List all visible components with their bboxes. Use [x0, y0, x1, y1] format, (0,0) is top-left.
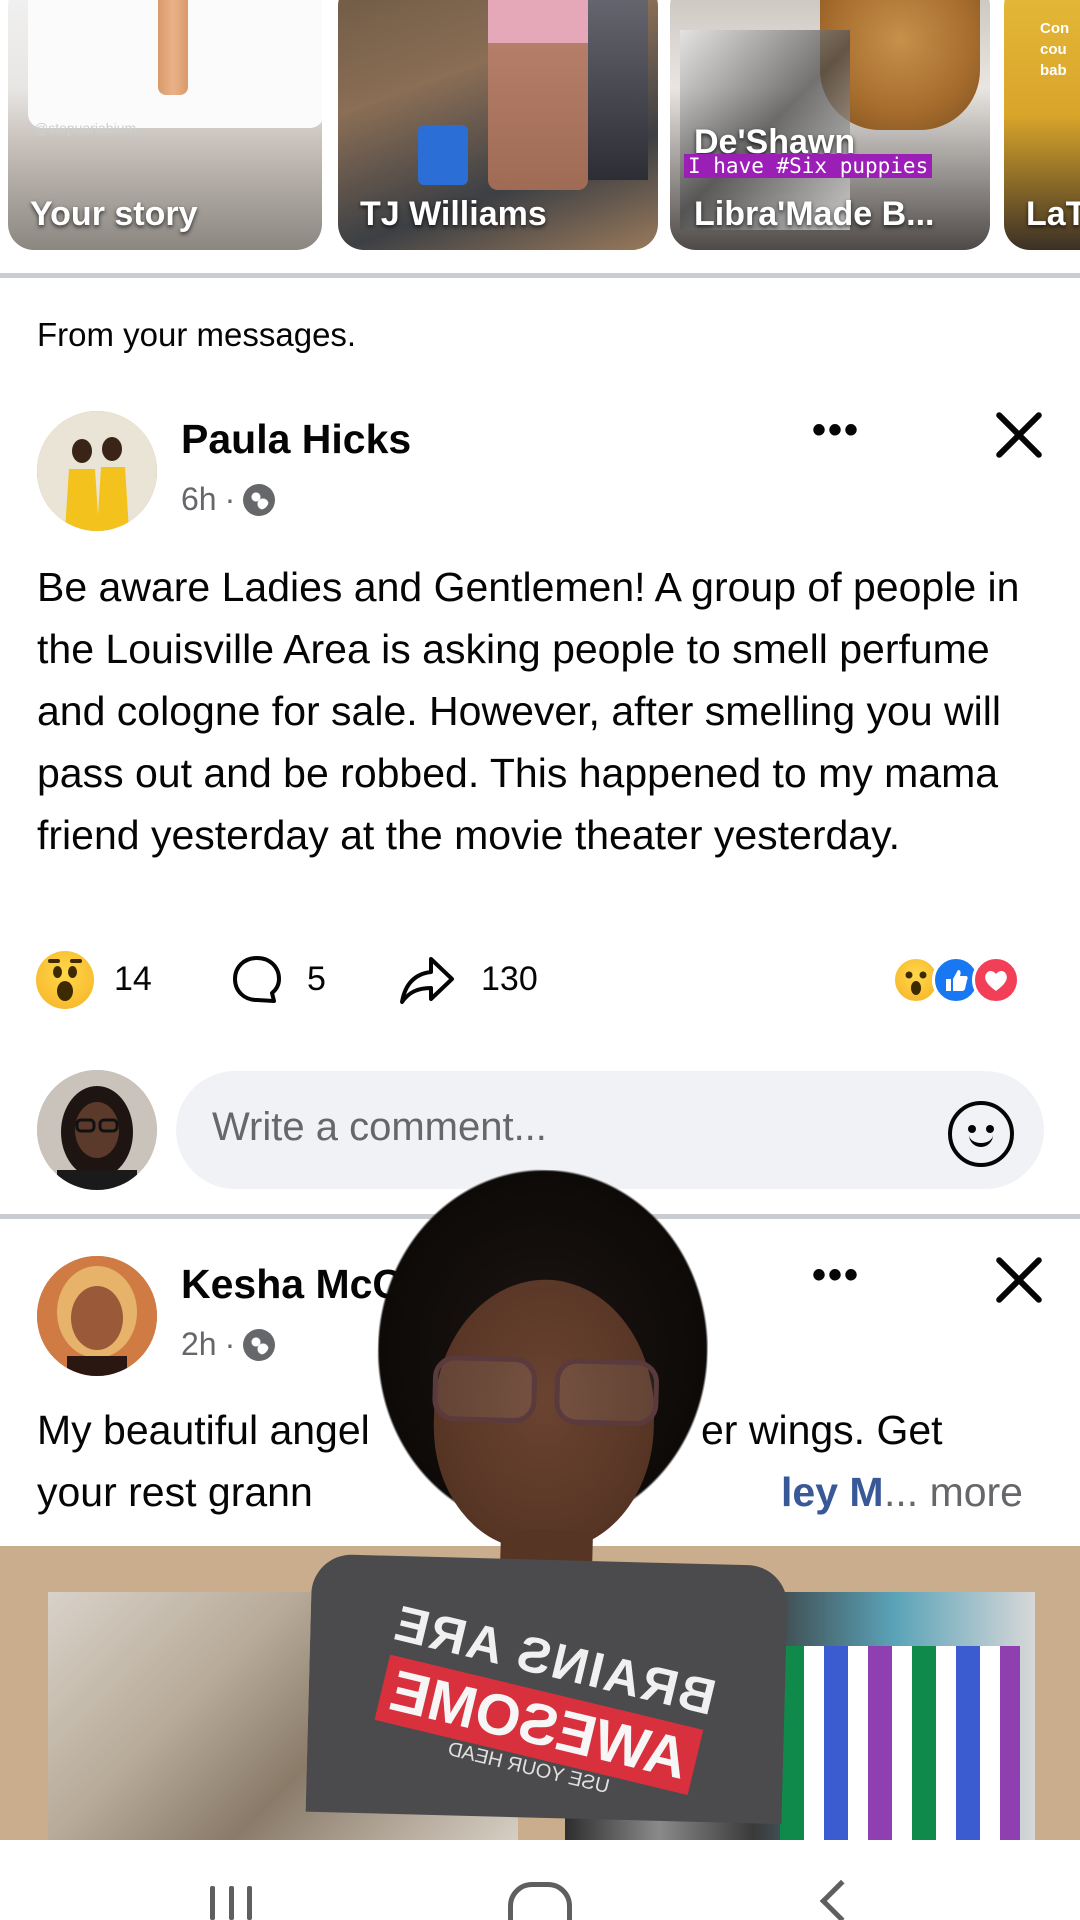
reaction-summary[interactable]	[892, 951, 1042, 1009]
post-time: 6h	[181, 481, 217, 517]
avatar-portrait-icon	[37, 1256, 157, 1376]
story-figure-2	[588, 0, 648, 180]
tagged-person-link[interactable]: ley M	[781, 1461, 884, 1523]
see-more-link[interactable]: ... more	[884, 1461, 1023, 1523]
more-options-icon[interactable]: •••	[812, 408, 860, 453]
story-card-deshawn[interactable]: De'Shawn I have #Six puppies Libra'Made …	[670, 0, 990, 250]
close-icon[interactable]	[992, 408, 1046, 462]
comment-placeholder: Write a comment...	[212, 1105, 547, 1149]
story-label: TJ Williams	[360, 195, 547, 233]
story-overlay-text: Con cou bab	[1040, 20, 1070, 79]
post-meta: 2h ·	[181, 1326, 276, 1363]
story-figure	[488, 0, 588, 190]
globe-icon	[243, 483, 276, 516]
back-icon[interactable]	[819, 1879, 863, 1920]
close-icon[interactable]	[992, 1253, 1046, 1307]
globe-icon	[243, 1328, 276, 1361]
post-meta: 6h ·	[181, 481, 276, 518]
post-body-text: Be aware Ladies and Gentlemen! A group o…	[37, 564, 1020, 858]
avatar-figures-icon	[37, 411, 157, 531]
story-card-partial[interactable]: Con cou bab LaT	[1004, 0, 1080, 250]
story-card-your-story[interactable]: @stepuariabium Your story	[8, 0, 322, 250]
meta-separator: ·	[224, 481, 236, 517]
stories-tray: @stepuariabium Your story TJ Williams De…	[0, 0, 1080, 272]
section-label: From your messages.	[37, 316, 357, 353]
post-text-fragment: your rest grann	[37, 1469, 313, 1515]
avatar-face-icon	[37, 1070, 157, 1190]
media-photo-banner	[780, 1646, 1020, 1840]
story-label: Libra'Made B...	[694, 195, 935, 233]
meta-separator: ·	[224, 1326, 236, 1362]
author-avatar[interactable]	[37, 411, 157, 531]
home-icon[interactable]	[508, 1882, 572, 1920]
share-icon[interactable]	[398, 953, 456, 1007]
story-handle: @stepuariabium	[34, 120, 137, 136]
share-count: 130	[481, 960, 538, 998]
my-avatar[interactable]	[37, 1070, 157, 1190]
story-overlay-text: I have #Six puppies	[684, 154, 933, 178]
overlay-person-cutout: BRAINS ARE AWESOME USE YOUR HEAD	[305, 1164, 799, 1825]
emoji-picker-icon[interactable]	[948, 1101, 1014, 1167]
section-divider	[0, 273, 1080, 278]
story-figure	[158, 0, 188, 95]
story-label: Your story	[30, 195, 198, 233]
comment-count: 5	[307, 960, 326, 998]
author-avatar[interactable]	[37, 1256, 157, 1376]
post-time: 2h	[181, 1326, 217, 1362]
reaction-count: 14	[114, 960, 152, 998]
glasses-icon	[428, 1354, 666, 1429]
love-icon	[972, 956, 1020, 1004]
story-card-tj-williams[interactable]: TJ Williams	[338, 0, 658, 250]
more-options-icon[interactable]: •••	[812, 1253, 860, 1298]
recent-apps-icon[interactable]	[210, 1886, 252, 1920]
post-author-name[interactable]: Paula Hicks	[181, 416, 411, 463]
comment-icon[interactable]	[230, 953, 284, 1007]
story-cup	[418, 125, 468, 185]
story-label: LaT	[1026, 195, 1080, 233]
wow-reaction-icon[interactable]	[36, 951, 94, 1009]
system-navigation-bar	[0, 1840, 1080, 1920]
